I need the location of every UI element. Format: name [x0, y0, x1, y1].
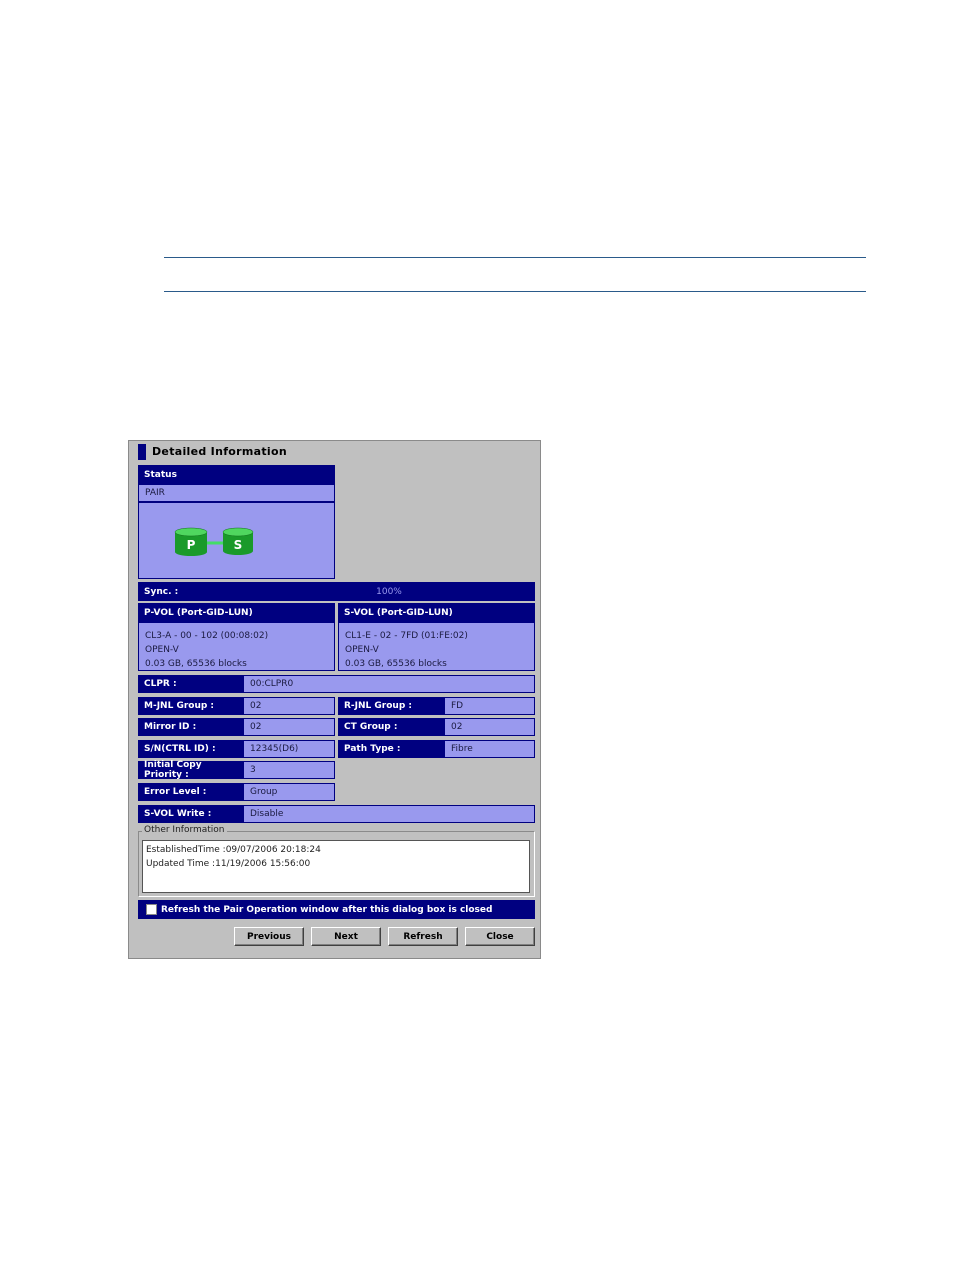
pair-status-graphic-panel: P S: [138, 502, 335, 579]
refresh-pair-operation-option[interactable]: Refresh the Pair Operation window after …: [138, 900, 535, 919]
clpr-value: 00:CLPR0: [243, 675, 535, 693]
clpr-label: CLPR :: [138, 675, 243, 693]
path-type-value: Fibre: [444, 740, 535, 758]
pvol-details: CL3-A - 00 - 102 (00:08:02) OPEN-V 0.03 …: [138, 622, 335, 671]
pvol-line: CL3-A - 00 - 102 (00:08:02): [145, 631, 269, 641]
error-level-label: Error Level :: [138, 783, 243, 801]
sn-ctrl-id-value: 12345(D6): [243, 740, 335, 758]
top-rule: [164, 257, 866, 258]
pvol-line: 0.03 GB, 65536 blocks: [145, 659, 247, 669]
pair-volumes-icon: P S: [174, 527, 254, 556]
svol-line: OPEN-V: [345, 645, 379, 655]
refresh-button[interactable]: Refresh: [388, 927, 458, 946]
s-volume-label: S: [234, 538, 243, 552]
bottom-rule: [164, 291, 866, 292]
previous-button[interactable]: Previous: [234, 927, 304, 946]
p-volume-icon: P: [174, 527, 208, 556]
mjnl-group-label: M-JNL Group :: [138, 697, 243, 715]
ct-group-value: 02: [444, 718, 535, 736]
s-volume-icon: S: [222, 527, 254, 555]
mjnl-group-value: 02: [243, 697, 335, 715]
detailed-information-dialog: Detailed Information Status PAIR P S Syn…: [128, 440, 541, 959]
svol-header: S-VOL (Port-GID-LUN): [338, 603, 535, 622]
next-button[interactable]: Next: [311, 927, 381, 946]
sync-progress-label: 100%: [376, 586, 402, 597]
error-level-value: Group: [243, 783, 335, 801]
close-button[interactable]: Close: [465, 927, 535, 946]
sync-label: Sync. :: [138, 582, 243, 601]
established-time-line: EstablishedTime :09/07/2006 20:18:24: [146, 845, 321, 855]
path-type-label: Path Type :: [338, 740, 444, 758]
p-volume-label: P: [187, 538, 196, 552]
pvol-line: OPEN-V: [145, 645, 179, 655]
sync-progress-bar: 100%: [243, 582, 535, 601]
status-header: Status: [138, 465, 335, 484]
updated-time-line: Updated Time :11/19/2006 15:56:00: [146, 859, 311, 869]
dialog-title: Detailed Information: [152, 445, 287, 458]
mirror-id-value: 02: [243, 718, 335, 736]
initial-copy-priority-label: Initial Copy Priority :: [138, 760, 243, 780]
svol-line: 0.03 GB, 65536 blocks: [345, 659, 447, 669]
refresh-checkbox-label: Refresh the Pair Operation window after …: [161, 904, 493, 915]
other-information-legend: Other Information: [142, 825, 227, 835]
svol-write-value: Disable: [243, 805, 535, 823]
refresh-checkbox[interactable]: [146, 904, 157, 915]
ct-group-label: CT Group :: [338, 718, 444, 736]
svol-details: CL1-E - 02 - 7FD (01:FE:02) OPEN-V 0.03 …: [338, 622, 535, 671]
sn-ctrl-id-label: S/N(CTRL ID) :: [138, 740, 243, 758]
initial-copy-priority-value: 3: [243, 761, 335, 779]
rjnl-group-label: R-JNL Group :: [338, 697, 444, 715]
svol-write-label: S-VOL Write :: [138, 805, 243, 823]
mirror-id-label: Mirror ID :: [138, 718, 243, 736]
title-accent: [138, 444, 146, 460]
rjnl-group-value: FD: [444, 697, 535, 715]
other-information-text[interactable]: EstablishedTime :09/07/2006 20:18:24 Upd…: [142, 840, 530, 893]
status-value: PAIR: [138, 484, 335, 502]
pvol-header: P-VOL (Port-GID-LUN): [138, 603, 335, 622]
svol-line: CL1-E - 02 - 7FD (01:FE:02): [345, 631, 468, 641]
